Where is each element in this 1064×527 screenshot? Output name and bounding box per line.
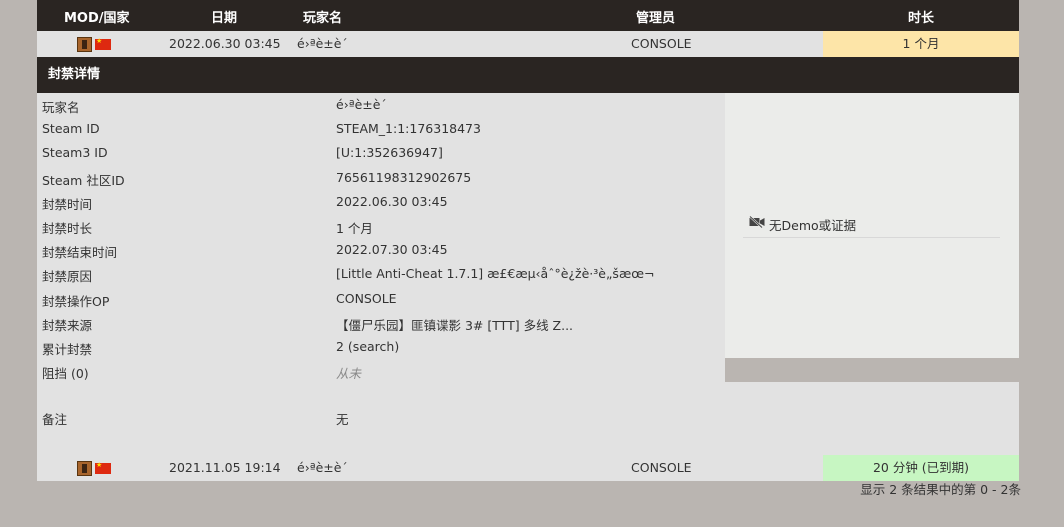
table-row[interactable]: 2021.11.05 19:14 é›ªè­±è´ CONSOLE 20 分钟 … [37, 455, 1019, 481]
ban-details-title: 封禁详情 [37, 57, 1019, 93]
admin-name: CONSOLE [631, 36, 692, 51]
total-bans-search-link[interactable]: 2 (search) [336, 339, 399, 354]
mod-country-cell [77, 36, 111, 52]
detail-row-source: 封禁来源 【僵尸乐园】匪镇谍影 3# [TTT] 多线 Z... [37, 311, 723, 335]
detail-row-ban-length: 封禁时长 1 个月 [37, 214, 723, 238]
detail-label: 封禁来源 [42, 318, 93, 333]
detail-row-community-id: Steam 社区ID 76561198312902675 [37, 166, 723, 190]
detail-label: 阻挡 (0) [42, 366, 89, 381]
detail-label: Steam 社区ID [42, 173, 125, 188]
no-video-icon [749, 216, 765, 228]
detail-row-blocked: 阻挡 (0) 从未 [37, 359, 723, 383]
table-header: MOD/国家 日期 玩家名 管理员 时长 [37, 0, 1019, 31]
ban-length: 20 分钟 (已到期) [823, 455, 1019, 481]
header-mod-country[interactable]: MOD/国家 [64, 7, 130, 26]
evidence-item: 无Demo或证据 [743, 211, 1000, 238]
detail-row-ban-time: 封禁时间 2022.06.30 03:45 [37, 190, 723, 214]
player-name: é›ªè­±è´ [297, 460, 348, 475]
ban-date: 2021.11.05 19:14 [169, 460, 281, 475]
ban-details-panel: 玩家名 é›ªè­±è´ Steam ID STEAM_1:1:176318473 … [37, 93, 1019, 455]
detail-label: Steam ID [42, 121, 100, 136]
detail-value: [Little Anti-Cheat 1.7.1] æ£€æµ‹åˆ°è¿žè·… [336, 266, 655, 281]
remark-value: 无 [336, 412, 349, 427]
china-flag-icon [95, 460, 111, 474]
detail-value: CONSOLE [336, 291, 397, 306]
detail-row-admin: 封禁操作OP CONSOLE [37, 287, 723, 311]
admin-name: CONSOLE [631, 460, 692, 475]
detail-label: 封禁时长 [42, 221, 93, 236]
ban-date: 2022.06.30 03:45 [169, 36, 281, 51]
mod-icon [77, 37, 92, 52]
detail-value: [U:1:352636947] [336, 145, 443, 160]
detail-row-steam3-id: Steam3 ID [U:1:352636947] [37, 141, 723, 165]
detail-label: 封禁时间 [42, 197, 93, 212]
detail-label: 封禁操作OP [42, 294, 110, 309]
detail-label: Steam3 ID [42, 145, 108, 160]
detail-label: 累计封禁 [42, 342, 93, 357]
table-row[interactable]: 2022.06.30 03:45 é›ªè­±è´ CONSOLE 1 个月 [37, 31, 1019, 57]
china-flag-icon [95, 36, 111, 50]
detail-label: 玩家名 [42, 100, 80, 115]
detail-row-ban-end: 封禁结束时间 2022.07.30 03:45 [37, 238, 723, 262]
detail-value: 从未 [336, 366, 362, 381]
detail-row-steam-id: Steam ID STEAM_1:1:176318473 [37, 117, 723, 141]
detail-row-remark: 备注 无 [37, 405, 723, 429]
detail-value: 1 个月 [336, 221, 373, 236]
detail-label: 封禁结束时间 [42, 245, 118, 260]
evidence-text: 无Demo或证据 [769, 218, 857, 233]
detail-row-reason: 封禁原因 [Little Anti-Cheat 1.7.1] æ£€æµ‹åˆ°è… [37, 262, 723, 286]
mod-country-cell [77, 460, 111, 476]
detail-value: 【僵尸乐园】匪镇谍影 3# [TTT] 多线 Z... [336, 318, 574, 333]
header-date[interactable]: 日期 [211, 7, 237, 26]
panel-spacer [725, 358, 1019, 382]
detail-value: 2022.07.30 03:45 [336, 242, 448, 257]
detail-value: é›ªè­±è´ [336, 97, 387, 112]
ban-list: MOD/国家 日期 玩家名 管理员 时长 2022.06.30 03:45 é›… [37, 0, 1019, 481]
mod-icon [77, 461, 92, 476]
detail-value: STEAM_1:1:176318473 [336, 121, 481, 136]
detail-row-player-name: 玩家名 é›ªè­±è´ [37, 93, 723, 117]
header-player[interactable]: 玩家名 [303, 7, 342, 26]
ban-length: 1 个月 [823, 31, 1019, 57]
detail-label: 封禁原因 [42, 269, 93, 284]
player-name: é›ªè­±è´ [297, 36, 348, 51]
evidence-panel: 无Demo或证据 [725, 93, 1019, 358]
pagination-info: 显示 2 条结果中的第 0 - 2条 [860, 482, 1021, 497]
header-admin[interactable]: 管理员 [636, 7, 675, 26]
detail-row-total-bans: 累计封禁 2 (search) [37, 335, 723, 359]
header-length[interactable]: 时长 [908, 7, 934, 26]
detail-value: 2022.06.30 03:45 [336, 194, 448, 209]
detail-value[interactable]: 76561198312902675 [336, 170, 471, 185]
remark-label: 备注 [42, 412, 68, 427]
